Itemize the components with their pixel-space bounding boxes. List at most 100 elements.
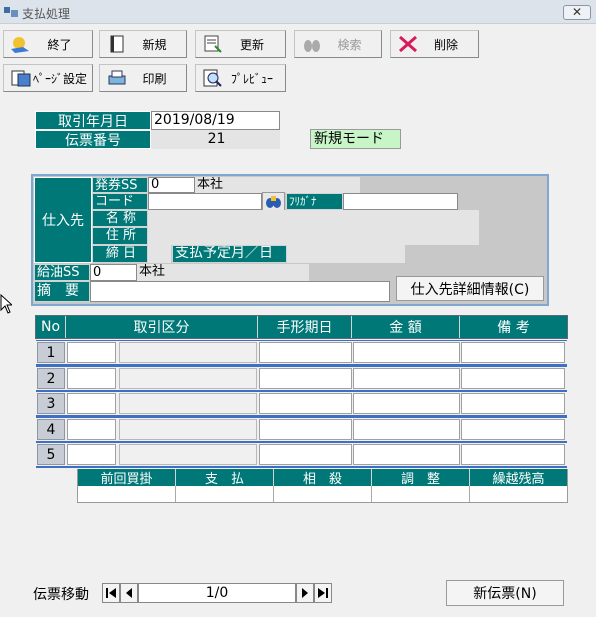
mode-indicator: 新規モード — [310, 129, 401, 149]
code-input[interactable] — [148, 193, 262, 210]
binoculars-icon — [266, 196, 281, 208]
grid-cell-notes[interactable] — [461, 393, 565, 414]
printer-icon — [105, 68, 129, 88]
preview-magnifier-icon — [201, 68, 225, 88]
totals-header-adjustment: 調 整 — [372, 469, 470, 487]
totals-value-carryover — [470, 486, 567, 502]
closing-day-value — [148, 245, 171, 263]
furigana-label: ﾌﾘｶﾞﾅ — [286, 193, 343, 210]
payment-month-value — [287, 245, 405, 263]
preview-button[interactable]: ﾌﾟﾚﾋﾞｭｰ — [195, 64, 286, 92]
supplier-detail-button[interactable]: 仕入先詳細情報(C) — [396, 276, 544, 301]
next-record-button[interactable] — [296, 583, 314, 603]
close-button[interactable]: ✕ — [563, 5, 591, 20]
closing-day-label: 締 日 — [92, 245, 148, 263]
grid-cell-due-date[interactable] — [259, 393, 352, 414]
mouse-cursor-icon — [0, 294, 12, 314]
fuel-ss-code-input[interactable]: 0 — [90, 264, 137, 281]
new-slip-button[interactable]: 新伝票(N) — [446, 580, 564, 606]
grid-header-notes: 備 考 — [460, 316, 567, 338]
update-button[interactable]: 更新 — [195, 30, 286, 58]
grid-row-number: 2 — [37, 368, 65, 389]
grid-cell-amount[interactable] — [353, 342, 460, 363]
window-title: 支払処理 — [22, 7, 71, 21]
new-button[interactable]: 新規 — [99, 30, 187, 58]
name-label: 名 称 — [92, 210, 148, 227]
new-doc-icon — [105, 34, 129, 54]
page-setup-button[interactable]: ﾍﾟｰｼﾞ設定 — [3, 64, 93, 92]
page-setup-label: ﾍﾟｰｼﾞ設定 — [33, 71, 88, 86]
update-label: 更新 — [239, 37, 264, 52]
search-button[interactable]: 検索 — [294, 30, 382, 58]
grid-header-no: No — [36, 316, 66, 338]
title-bar: 支払処理 ✕ — [0, 0, 596, 24]
memo-input[interactable] — [90, 281, 390, 302]
first-record-button[interactable] — [102, 583, 120, 603]
totals-header-offset: 相 殺 — [274, 469, 372, 487]
grid-cell-notes[interactable] — [461, 419, 565, 440]
record-position: 1/0 — [138, 583, 296, 603]
grid-cell-category-code[interactable] — [67, 342, 116, 363]
grid-cell-category-code[interactable] — [67, 393, 116, 414]
last-record-button[interactable] — [314, 583, 332, 603]
grid-cell-category-code[interactable] — [67, 444, 116, 465]
grid-cell-amount[interactable] — [353, 368, 460, 389]
grid-cell-amount[interactable] — [353, 393, 460, 414]
totals-header-carryover: 繰越残高 — [470, 469, 567, 487]
totals-header-previous: 前回買掛 — [78, 469, 176, 487]
slip-nav-label: 伝票移動 — [33, 587, 89, 603]
grid-cell-due-date[interactable] — [259, 342, 352, 363]
update-icon — [201, 34, 225, 54]
fuel-ss-label: 給油SS — [34, 264, 90, 281]
grid-header-due-date: 手形期日 — [258, 316, 352, 338]
grid-cell-notes[interactable] — [461, 444, 565, 465]
preview-label: ﾌﾟﾚﾋﾞｭｰ — [230, 71, 273, 86]
grid-cell-category-name — [119, 419, 257, 440]
issuer-ss-name: 本社 — [195, 177, 360, 193]
slip-number-value: 21 — [151, 130, 280, 149]
grid-cell-category-code[interactable] — [67, 368, 116, 389]
grid-cell-due-date[interactable] — [259, 444, 352, 465]
date-input[interactable]: 2019/08/19 — [151, 111, 280, 130]
delete-label: 削除 — [433, 37, 458, 52]
previous-record-button[interactable] — [120, 583, 138, 603]
grid-cell-notes[interactable] — [461, 368, 565, 389]
search-label: 検索 — [337, 37, 362, 52]
grid-cell-category-code[interactable] — [67, 419, 116, 440]
date-label: 取引年月日 — [35, 111, 151, 130]
supplier-group-label: 仕入先 — [34, 177, 92, 263]
grid-cell-category-name — [119, 342, 257, 363]
issuer-ss-code-input[interactable]: 0 — [148, 177, 195, 193]
next-record-icon — [302, 588, 308, 598]
print-label: 印刷 — [142, 71, 167, 86]
binoculars-icon — [300, 34, 324, 54]
delete-button[interactable]: 削除 — [390, 30, 479, 58]
grid-cell-category-name — [119, 444, 257, 465]
grid-cell-notes[interactable] — [461, 342, 565, 363]
print-button[interactable]: 印刷 — [99, 64, 187, 92]
delete-icon — [396, 34, 420, 54]
totals-value-payment — [176, 486, 274, 502]
grid-cell-category-name — [119, 393, 257, 414]
supplier-search-button[interactable] — [262, 192, 285, 211]
grid-cell-due-date[interactable] — [259, 368, 352, 389]
issuer-ss-label: 発券SS — [92, 177, 148, 193]
totals-value-previous — [78, 486, 176, 502]
grid-row-number: 1 — [37, 342, 65, 363]
grid-cell-amount[interactable] — [353, 444, 460, 465]
first-record-icon — [106, 588, 116, 598]
address-label: 住 所 — [92, 227, 148, 245]
exit-button[interactable]: 終了 — [3, 30, 93, 58]
totals-header-payment: 支 払 — [176, 469, 274, 487]
grid-header-category: 取引区分 — [66, 316, 258, 338]
grid-cell-amount[interactable] — [353, 419, 460, 440]
grid-cell-due-date[interactable] — [259, 419, 352, 440]
name-value — [148, 210, 479, 227]
furigana-input[interactable] — [343, 193, 458, 210]
new-label: 新規 — [142, 37, 167, 52]
totals-value-offset — [274, 486, 372, 502]
address-value — [148, 227, 479, 245]
previous-record-icon — [126, 588, 132, 598]
fuel-ss-name: 本社 — [137, 264, 309, 281]
payment-month-label: 支払予定月／日 — [172, 245, 287, 263]
